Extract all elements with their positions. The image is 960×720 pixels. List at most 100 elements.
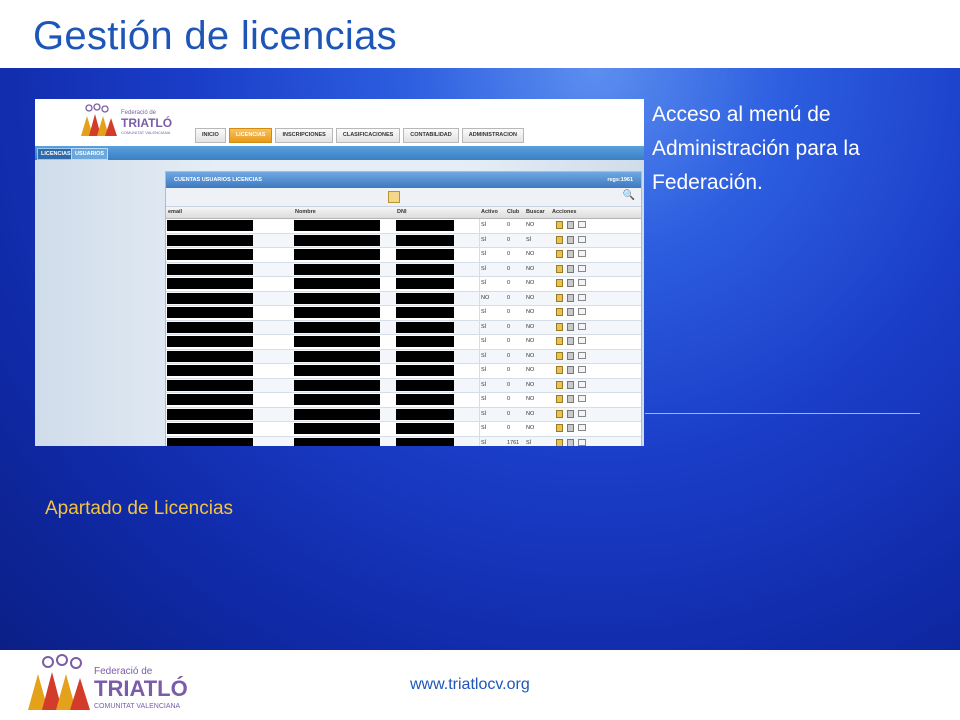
edit-icon[interactable] (556, 424, 563, 432)
col-buscar[interactable]: Buscar (526, 207, 545, 218)
redacted-email (167, 437, 253, 446)
mail-icon[interactable] (578, 279, 586, 286)
table-row[interactable]: SÍ 0 NO (166, 422, 641, 437)
edit-icon[interactable] (556, 337, 563, 345)
edit-icon[interactable] (556, 322, 563, 331)
col-activo[interactable]: Activo (481, 207, 498, 218)
edit-icon[interactable] (556, 351, 563, 360)
redacted-nombre (294, 263, 380, 275)
cell-buscar: NO (526, 280, 535, 286)
cell-buscar: NO (526, 352, 535, 359)
nav-tab-administracion[interactable]: ADMINISTRACION (461, 128, 525, 143)
redacted-nombre (294, 423, 380, 434)
edit-icon[interactable] (556, 264, 563, 273)
mail-icon[interactable] (578, 366, 586, 373)
nav-tab-licencias[interactable]: LICENCIAS (228, 128, 273, 143)
table-row[interactable]: SÍ 0 NO (166, 378, 641, 393)
edit-icon[interactable] (556, 395, 563, 403)
delete-icon[interactable] (567, 337, 574, 345)
table-row[interactable]: NO 0 NO (166, 291, 641, 306)
mail-icon[interactable] (578, 380, 586, 388)
edit-icon[interactable] (556, 279, 563, 287)
redacted-dni (396, 263, 454, 275)
delete-icon[interactable] (567, 264, 574, 273)
table-row[interactable]: SÍ 0 SÍ (166, 233, 641, 248)
delete-icon[interactable] (567, 322, 574, 331)
col-club[interactable]: Club (507, 207, 519, 218)
mail-icon[interactable] (578, 264, 586, 272)
column-divider (479, 233, 480, 247)
table-row[interactable]: SÍ 0 NO (166, 393, 641, 408)
table-row[interactable]: SÍ 1761 SÍ (166, 436, 641, 446)
mail-icon[interactable] (578, 395, 586, 402)
delete-icon[interactable] (567, 366, 574, 374)
mail-icon[interactable] (578, 293, 586, 301)
redacted-email (167, 278, 253, 289)
delete-icon[interactable] (567, 395, 574, 403)
subtab-usuarios[interactable]: USUARIOS (71, 148, 109, 160)
row-actions (556, 279, 588, 287)
mail-icon[interactable] (578, 351, 586, 359)
delete-icon[interactable] (567, 221, 574, 229)
delete-icon[interactable] (567, 308, 574, 316)
footer-url-link[interactable]: www.triatlocv.org (410, 676, 530, 694)
nav-tab-contabilidad[interactable]: CONTABILIDAD (403, 128, 459, 143)
row-actions (556, 264, 588, 273)
mail-icon[interactable] (578, 409, 586, 417)
mail-icon[interactable] (578, 424, 586, 431)
slide-title: Gestión de licencias (33, 14, 397, 58)
column-divider (479, 262, 480, 276)
table-row[interactable]: SÍ 0 NO (166, 306, 641, 321)
edit-icon[interactable] (556, 235, 563, 244)
edit-icon[interactable] (556, 221, 563, 229)
delete-icon[interactable] (567, 235, 574, 244)
delete-icon[interactable] (567, 293, 574, 302)
mail-icon[interactable] (578, 250, 586, 257)
delete-icon[interactable] (567, 409, 574, 418)
edit-icon[interactable] (556, 308, 563, 316)
edit-icon[interactable] (556, 438, 563, 446)
edit-icon[interactable] (556, 250, 563, 258)
mail-icon[interactable] (578, 235, 586, 243)
mail-icon[interactable] (578, 221, 586, 228)
cell-buscar: NO (526, 309, 535, 315)
mail-icon[interactable] (578, 308, 586, 315)
delete-icon[interactable] (567, 380, 574, 389)
add-record-icon[interactable] (388, 191, 400, 203)
table-row[interactable]: SÍ 0 NO (166, 277, 641, 292)
table-row[interactable]: SÍ 0 NO (166, 262, 641, 277)
delete-icon[interactable] (567, 438, 574, 446)
row-actions (556, 293, 588, 302)
table-row[interactable]: SÍ 0 NO (166, 219, 641, 234)
edit-icon[interactable] (556, 366, 563, 374)
delete-icon[interactable] (567, 424, 574, 432)
nav-tab-inicio[interactable]: INICIO (195, 128, 226, 143)
search-icon[interactable]: 🔍 (623, 190, 635, 202)
table-row[interactable]: SÍ 0 NO (166, 335, 641, 350)
cell-activo: SÍ (481, 222, 487, 228)
table-row[interactable]: SÍ 0 NO (166, 320, 641, 335)
edit-icon[interactable] (556, 380, 563, 389)
mail-icon[interactable] (578, 322, 586, 330)
table-row[interactable]: SÍ 0 NO (166, 407, 641, 422)
edit-icon[interactable] (556, 293, 563, 302)
table-row[interactable]: SÍ 0 NO (166, 364, 641, 379)
delete-icon[interactable] (567, 250, 574, 258)
nav-tab-clasificaciones[interactable]: CLASIFICACIONES (335, 128, 401, 143)
cell-buscar: SÍ (526, 439, 532, 446)
table-row[interactable]: SÍ 0 NO (166, 349, 641, 364)
redacted-dni (396, 249, 454, 260)
delete-icon[interactable] (567, 351, 574, 360)
col-email[interactable]: email (168, 207, 182, 218)
edit-icon[interactable] (556, 409, 563, 418)
delete-icon[interactable] (567, 279, 574, 287)
mail-icon[interactable] (578, 438, 586, 446)
nav-tab-inscripciones[interactable]: INSCRIPCIONES (275, 128, 333, 143)
subtab-licencias[interactable]: LICENCIAS (37, 148, 75, 160)
table-row[interactable]: SÍ 0 NO (166, 248, 641, 263)
col-nombre[interactable]: Nombre (295, 207, 316, 218)
redacted-nombre (294, 437, 380, 446)
col-dni[interactable]: DNI (397, 207, 406, 218)
mail-icon[interactable] (578, 337, 586, 344)
cell-buscar: NO (526, 294, 535, 301)
